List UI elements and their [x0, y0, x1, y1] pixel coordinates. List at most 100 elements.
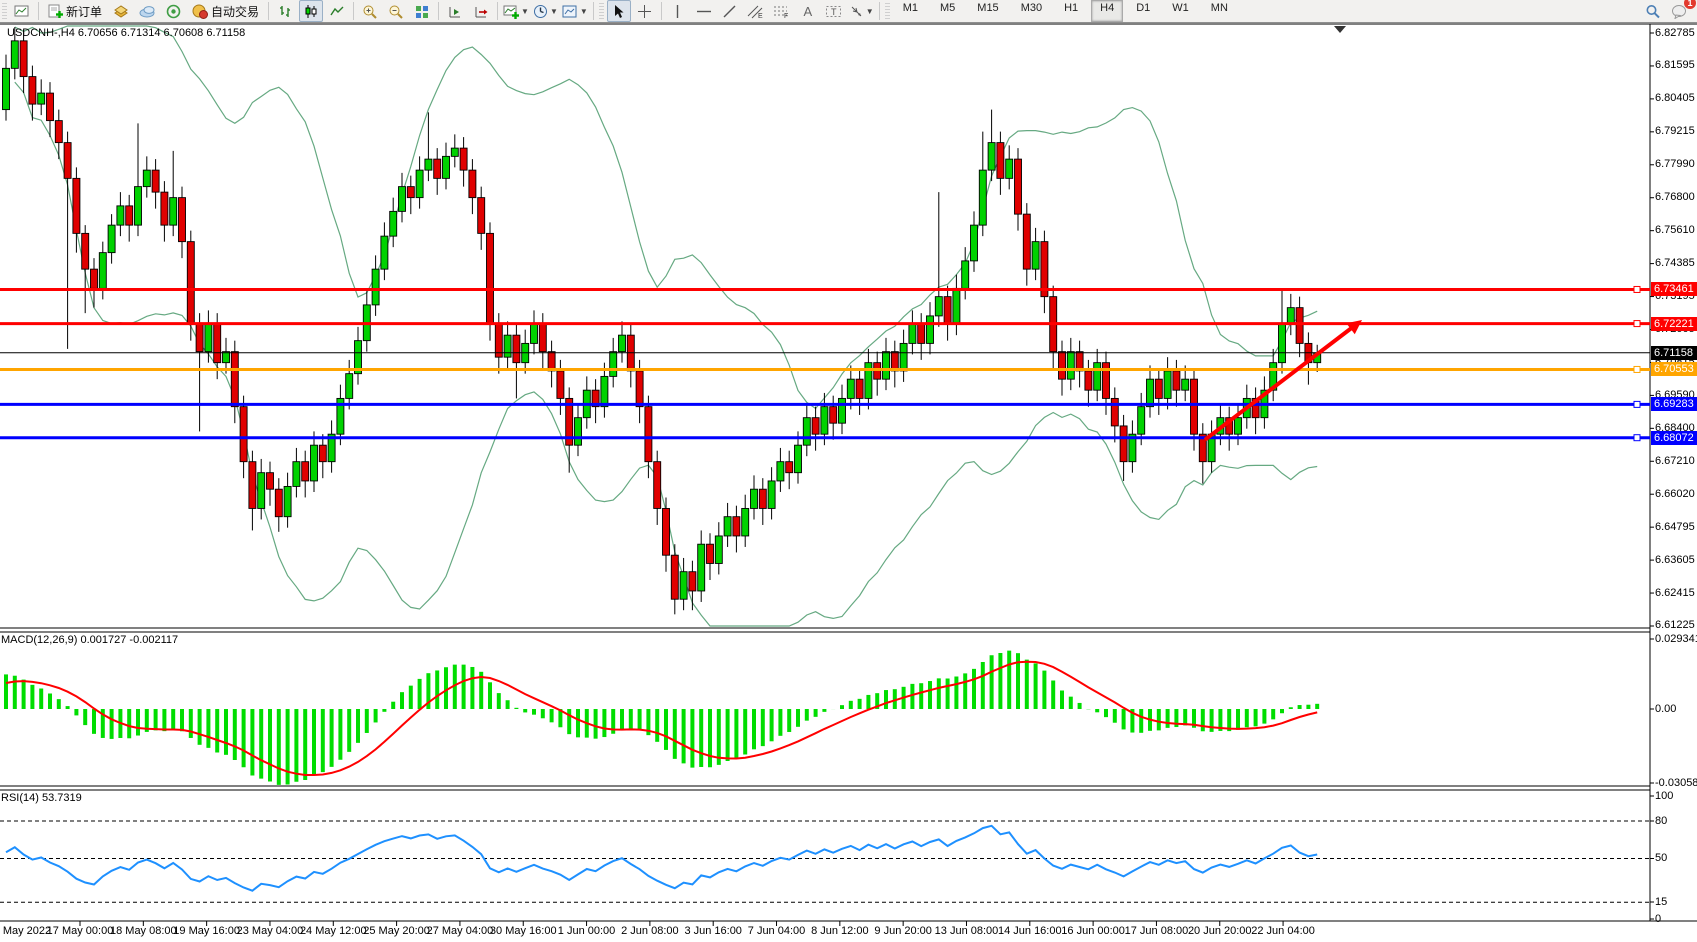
candle-body — [935, 297, 942, 316]
candle-body — [443, 156, 450, 178]
candle-body — [663, 508, 670, 555]
candle-body — [1287, 308, 1294, 325]
candle-body — [293, 462, 300, 487]
time-axis-label: 7 Jun 04:00 — [748, 925, 806, 937]
line-price-badge: 6.72221 — [1651, 317, 1697, 331]
candle-body — [231, 352, 238, 407]
candle-body — [284, 486, 291, 516]
candle-body — [82, 233, 89, 269]
line-price-badge: 6.69283 — [1651, 397, 1697, 411]
candle-body — [654, 462, 661, 509]
candle-body — [1164, 371, 1171, 399]
candle-body — [143, 170, 150, 187]
pane-separator[interactable] — [0, 786, 1650, 790]
rsi-indicator-label: RSI(14) 53.7319 — [1, 792, 82, 804]
candle-body — [1120, 426, 1127, 462]
time-axis-label: 13 Jun 08:00 — [935, 925, 999, 937]
candle-body — [460, 148, 467, 170]
line-handle[interactable] — [1634, 435, 1640, 441]
candle-body — [821, 407, 828, 435]
candle-body — [47, 93, 54, 121]
candle-body — [99, 253, 106, 289]
candle-body — [1235, 418, 1242, 435]
candle-body — [645, 407, 652, 462]
candle-body — [724, 517, 731, 536]
candle-body — [927, 316, 934, 344]
time-axis-label: 17 May 00:00 — [47, 925, 114, 937]
time-axis-label: 23 May 04:00 — [237, 925, 304, 937]
line-handle[interactable] — [1634, 286, 1640, 292]
candle-body — [258, 473, 265, 509]
price-axis-label: 6.77990 — [1655, 158, 1697, 171]
time-axis-label: 20 Jun 20:00 — [1188, 925, 1252, 937]
macd-values: 0.001727 -0.002117 — [80, 634, 178, 646]
candle-body — [601, 376, 608, 406]
time-axis-label: May 2022 — [3, 925, 51, 937]
macd-axis-label: -0.030587 — [1655, 777, 1697, 790]
candle-body — [3, 68, 10, 109]
time-axis-label: 17 Jun 08:00 — [1125, 925, 1189, 937]
candle-body — [812, 418, 819, 435]
candle-body — [1279, 324, 1286, 363]
candle-body — [1191, 379, 1198, 434]
candle-body — [839, 398, 846, 423]
line-handle[interactable] — [1634, 321, 1640, 327]
candle-body — [372, 269, 379, 305]
candle-body — [610, 352, 617, 377]
candle-body — [575, 418, 582, 446]
pane-separator[interactable] — [0, 628, 1650, 632]
candle-body — [135, 187, 142, 226]
candle-body — [1111, 398, 1118, 426]
candle-body — [1182, 379, 1189, 390]
candle-body — [1023, 214, 1030, 269]
candle-body — [73, 178, 80, 233]
time-axis-label: 9 Jun 20:00 — [874, 925, 932, 937]
line-price-badge: 6.73461 — [1651, 282, 1697, 296]
candle-body — [1059, 352, 1066, 380]
candle-body — [513, 335, 520, 363]
price-axis-label: 6.66020 — [1655, 488, 1697, 501]
chart-canvas[interactable] — [0, 0, 1697, 942]
candle-body — [152, 170, 159, 192]
candle-body — [707, 544, 714, 563]
rsi-axis-label: 50 — [1655, 852, 1697, 865]
candle-body — [680, 572, 687, 600]
time-axis-label: 3 Jun 16:00 — [684, 925, 742, 937]
candle-body — [531, 324, 538, 343]
candle-body — [671, 555, 678, 599]
candle-body — [1094, 363, 1101, 391]
price-axis-label: 6.80405 — [1655, 92, 1697, 105]
candle-body — [108, 225, 115, 253]
candle-body — [1015, 159, 1022, 214]
candle-body — [170, 198, 177, 226]
candle-body — [883, 352, 890, 380]
candle-body — [539, 324, 546, 352]
time-axis-label: 24 May 12:00 — [300, 925, 367, 937]
candle-body — [425, 159, 432, 170]
candle-body — [557, 371, 564, 399]
line-handle[interactable] — [1634, 366, 1640, 372]
price-axis-label: 6.82785 — [1655, 27, 1697, 40]
candle-body — [451, 148, 458, 156]
candle-body — [64, 143, 71, 179]
candle-body — [619, 335, 626, 352]
candle-body — [487, 233, 494, 324]
candle-body — [909, 324, 916, 343]
candle-body — [751, 489, 758, 508]
line-price-badge: 6.68072 — [1651, 431, 1697, 445]
candle-body — [196, 324, 203, 352]
rsi-name: RSI(14) — [1, 792, 39, 804]
candle-body — [311, 445, 318, 481]
price-axis-label: 6.67210 — [1655, 455, 1697, 468]
candle-body — [830, 407, 837, 424]
candle-body — [1147, 379, 1154, 407]
candle-body — [1032, 242, 1039, 270]
line-handle[interactable] — [1634, 401, 1640, 407]
candle-body — [847, 379, 854, 398]
macd-axis-label: 0.00 — [1655, 703, 1697, 716]
candle-body — [900, 343, 907, 371]
time-axis-label: 1 Jun 00:00 — [558, 925, 616, 937]
macd-indicator-label: MACD(12,26,9) 0.001727 -0.002117 — [1, 634, 178, 646]
current-price-badge: 6.71158 — [1651, 346, 1697, 360]
price-axis-label: 6.79215 — [1655, 125, 1697, 138]
